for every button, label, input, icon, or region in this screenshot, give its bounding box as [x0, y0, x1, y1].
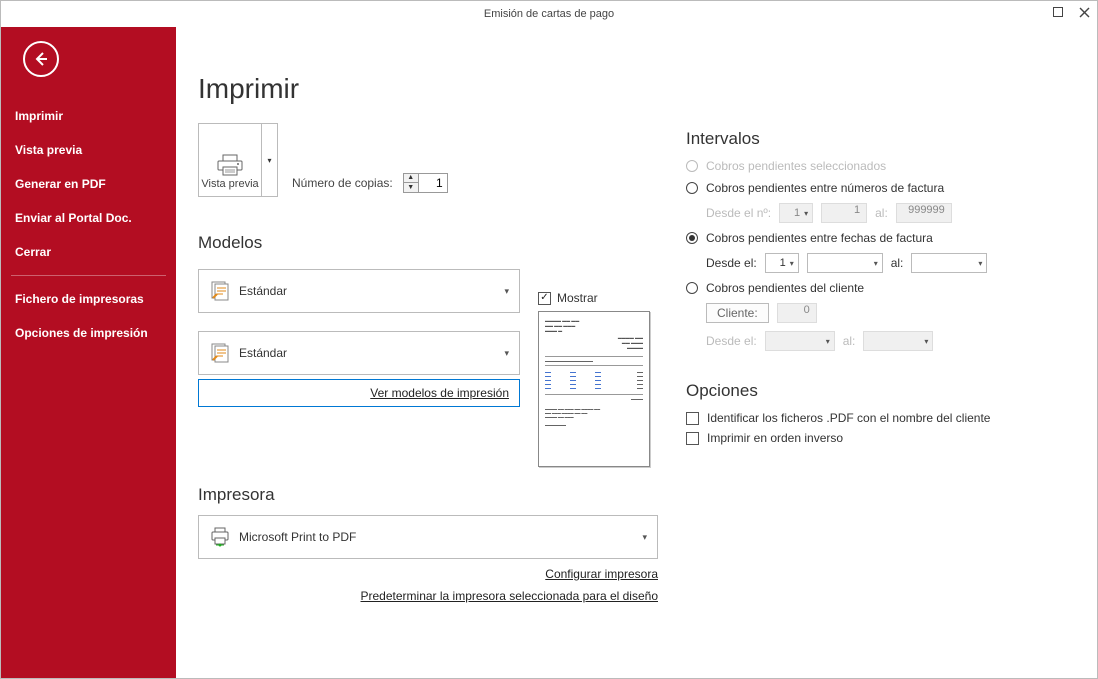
- mostrar-checkbox[interactable]: [538, 292, 551, 305]
- impresora-combo[interactable]: Microsoft Print to PDF ▾: [198, 515, 658, 559]
- opciones-heading: Opciones: [686, 381, 1066, 401]
- configurar-impresora-link[interactable]: Configurar impresora: [545, 567, 658, 581]
- sidebar: Imprimir Vista previa Generar en PDF Env…: [1, 27, 176, 678]
- document-icon: [209, 342, 231, 364]
- titlebar: Emisión de cartas de pago: [1, 1, 1097, 27]
- sidebar-item-generar-pdf[interactable]: Generar en PDF: [1, 167, 176, 201]
- desde-fecha-serie[interactable]: 1▾: [765, 253, 799, 273]
- chevron-down-icon: ▾: [267, 156, 271, 165]
- al-label-1: al:: [875, 206, 888, 220]
- impresora-value: Microsoft Print to PDF: [239, 530, 642, 544]
- hasta-fecha-input[interactable]: ▾: [911, 253, 987, 273]
- vista-previa-button[interactable]: Vista previa: [199, 124, 261, 196]
- hasta-nro-input[interactable]: 999999: [896, 203, 952, 223]
- opt-orden-inverso-label: Imprimir en orden inverso: [707, 431, 843, 445]
- radio-fechas-factura-label: Cobros pendientes entre fechas de factur…: [706, 231, 933, 245]
- copies-input[interactable]: [419, 174, 447, 192]
- vista-previa-label: Vista previa: [201, 178, 258, 190]
- close-button[interactable]: [1075, 3, 1093, 21]
- modelo2-value: Estándar: [239, 346, 504, 360]
- copies-up[interactable]: ▲: [404, 174, 418, 183]
- sidebar-item-vista-previa[interactable]: Vista previa: [1, 133, 176, 167]
- modelos-heading: Modelos: [198, 233, 658, 253]
- radio-cliente-label: Cobros pendientes del cliente: [706, 281, 864, 295]
- window-title: Emisión de cartas de pago: [484, 8, 614, 20]
- opt-orden-inverso-checkbox[interactable]: [686, 432, 699, 445]
- radio-numeros-factura-label: Cobros pendientes entre números de factu…: [706, 181, 944, 195]
- desde-cliente-label: Desde el:: [706, 334, 757, 348]
- al-label-3: al:: [843, 334, 856, 348]
- desde-fecha-label: Desde el:: [706, 256, 757, 270]
- desde-nro-serie[interactable]: 1▾: [779, 203, 813, 223]
- sidebar-separator: [11, 275, 166, 276]
- ver-modelos-box: Ver modelos de impresión: [198, 379, 520, 407]
- sidebar-item-opciones-impresion[interactable]: Opciones de impresión: [1, 316, 176, 350]
- radio-seleccionados-label: Cobros pendientes seleccionados: [706, 159, 886, 173]
- copies-label: Número de copias:: [292, 176, 393, 190]
- document-icon: [209, 280, 231, 302]
- desde-nro-label: Desde el nº:: [706, 206, 771, 220]
- back-button[interactable]: [23, 41, 59, 77]
- chevron-down-icon: ▾: [642, 532, 647, 543]
- page-title: Imprimir: [198, 73, 658, 105]
- cliente-button[interactable]: Cliente:: [706, 303, 769, 323]
- vista-previa-dropdown[interactable]: ▾: [261, 124, 277, 196]
- sidebar-item-fichero-impresoras[interactable]: Fichero de impresoras: [1, 282, 176, 316]
- desde-fecha-input[interactable]: ▾: [807, 253, 883, 273]
- copies-down[interactable]: ▼: [404, 183, 418, 192]
- impresora-heading: Impresora: [198, 485, 658, 505]
- desde-nro-input[interactable]: 1: [821, 203, 867, 223]
- chevron-down-icon: ▾: [504, 348, 509, 359]
- printer-small-icon: [209, 526, 231, 548]
- opt-identificar-pdf-checkbox[interactable]: [686, 412, 699, 425]
- sidebar-item-cerrar[interactable]: Cerrar: [1, 235, 176, 269]
- modelo2-combo[interactable]: Estándar ▾: [198, 331, 520, 375]
- radio-cliente[interactable]: [686, 282, 698, 294]
- modelo1-combo[interactable]: Estándar ▾: [198, 269, 520, 313]
- hasta-cliente-fecha[interactable]: ▾: [863, 331, 933, 351]
- radio-fechas-factura[interactable]: [686, 232, 698, 244]
- mostrar-label: Mostrar: [557, 291, 598, 305]
- sidebar-item-enviar-portal[interactable]: Enviar al Portal Doc.: [1, 201, 176, 235]
- modelo1-value: Estándar: [239, 284, 504, 298]
- radio-numeros-factura[interactable]: [686, 182, 698, 194]
- radio-seleccionados[interactable]: [686, 160, 698, 172]
- sidebar-item-imprimir[interactable]: Imprimir: [1, 99, 176, 133]
- ver-modelos-link[interactable]: Ver modelos de impresión: [370, 386, 509, 400]
- chevron-down-icon: ▾: [504, 286, 509, 297]
- printer-icon: [216, 154, 244, 176]
- intervalos-heading: Intervalos: [686, 129, 1066, 149]
- al-label-2: al:: [891, 256, 904, 270]
- desde-cliente-fecha[interactable]: ▾: [765, 331, 835, 351]
- opt-identificar-pdf-label: Identificar los ficheros .PDF con el nom…: [707, 411, 990, 425]
- maximize-button[interactable]: [1049, 3, 1067, 21]
- copies-spinner[interactable]: ▲ ▼: [403, 173, 448, 193]
- preview-thumbnail[interactable]: ▬▬▬▬ ▬▬ ▬▬▬▬ ▬▬ ▬▬▬▬▬▬ ▬ ▬▬▬▬ ▬▬▬▬ ▬▬▬▬▬…: [538, 311, 650, 467]
- predeterminar-impresora-link[interactable]: Predeterminar la impresora seleccionada …: [361, 589, 659, 603]
- cliente-input[interactable]: 0: [777, 303, 817, 323]
